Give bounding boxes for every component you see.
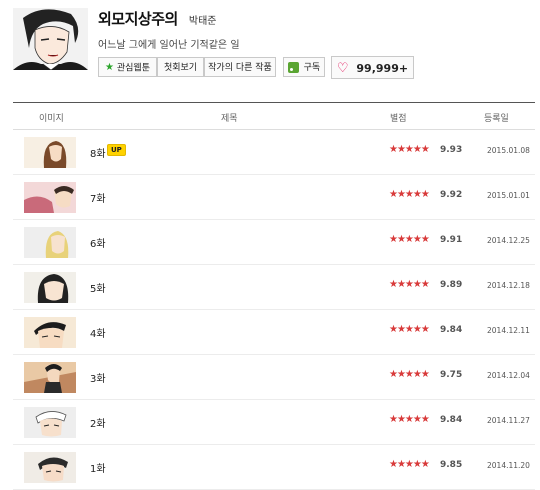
rating-stars: ★★★★★ [389,189,430,200]
release-date: 2015.01.01 [487,191,530,200]
like-button[interactable]: ♡ 99,999+ [331,56,414,79]
first-episode-label: 첫회보기 [163,63,198,73]
episode-row[interactable]: 7화 ★★★★★ 9.92 2015.01.01 [13,175,535,220]
add-interest-label: 관심웹툰 [116,63,150,74]
rating-stars: ★★★★★ [389,324,430,335]
comic-cover-image [13,8,88,70]
column-header-rating: 별점 [390,114,407,124]
episode-row[interactable]: 3화 ★★★★★ 9.75 2014.12.04 [13,355,535,400]
episode-title[interactable]: 4화 [90,325,106,340]
rating-score: 9.91 [440,235,463,245]
episode-thumbnail[interactable] [24,272,76,303]
like-count: 99,999+ [356,62,409,75]
episode-thumbnail[interactable] [24,182,76,213]
first-episode-button[interactable]: 첫회보기 [157,57,204,77]
episode-title[interactable]: 6화 [90,235,106,250]
episode-row[interactable]: 5화 ★★★★★ 9.89 2014.12.18 [13,265,535,310]
add-interest-button[interactable]: ★ 관심웹툰 [98,57,157,77]
episode-title[interactable]: 7화 [90,190,106,205]
episode-row[interactable]: 6화 ★★★★★ 9.91 2014.12.25 [13,220,535,265]
rating-stars: ★★★★★ [389,234,430,245]
rating-stars: ★★★★★ [389,414,430,425]
up-badge: UP [107,144,126,156]
release-date: 2014.11.27 [487,416,530,425]
rss-icon [287,62,299,73]
episode-title[interactable]: 5화 [90,280,106,295]
subscribe-label: 구독 [303,63,321,73]
episode-thumbnail[interactable] [24,452,76,483]
comic-header: 외모지상주의 박태준 어느날 그에게 일어난 기적같은 일 ★ 관심웹툰 첫회보… [0,0,540,96]
episode-thumbnail[interactable] [24,227,76,258]
episode-row[interactable]: 2화 ★★★★★ 9.84 2014.11.27 [13,400,535,445]
episode-title[interactable]: 2화 [90,415,106,430]
rating-stars: ★★★★★ [389,279,430,290]
release-date: 2014.12.25 [487,236,530,245]
episode-title[interactable]: 1화 [90,460,106,475]
episode-thumbnail[interactable] [24,407,76,438]
episode-title[interactable]: 3화 [90,370,106,385]
release-date: 2014.12.11 [487,326,530,335]
rating-score: 9.85 [440,460,463,470]
episode-table: 이미지 제목 별점 등록일 8화 UP ★★★★★ 9.93 2015.01.0… [13,102,535,490]
other-works-button[interactable]: 작가의 다른 작품 [204,57,276,77]
rating-stars: ★★★★★ [389,144,430,155]
episode-row[interactable]: 4화 ★★★★★ 9.84 2014.12.11 [13,310,535,355]
rating-score: 9.84 [440,325,463,335]
rating-score: 9.75 [440,370,463,380]
release-date: 2014.12.04 [487,371,530,380]
rating-score: 9.89 [440,280,463,290]
author-name[interactable]: 박태준 [189,16,217,27]
episode-thumbnail[interactable] [24,317,76,348]
release-date: 2014.11.20 [487,461,530,470]
star-icon: ★ [105,62,114,73]
episode-title[interactable]: 8화 [90,145,106,160]
rating-stars: ★★★★★ [389,369,430,380]
episode-row[interactable]: 1화 ★★★★★ 9.85 2014.11.20 [13,445,535,490]
episode-thumbnail[interactable] [24,137,76,168]
heart-icon: ♡ [336,61,349,76]
table-header: 이미지 제목 별점 등록일 [13,102,535,130]
other-works-label: 작가의 다른 작품 [208,63,272,73]
episode-row[interactable]: 8화 UP ★★★★★ 9.93 2015.01.08 [13,130,535,175]
release-date: 2014.12.18 [487,281,530,290]
comic-title[interactable]: 외모지상주의 [98,10,178,28]
column-header-title: 제목 [221,114,238,124]
rating-score: 9.84 [440,415,463,425]
column-header-image: 이미지 [39,114,64,124]
episode-thumbnail[interactable] [24,362,76,393]
rating-stars: ★★★★★ [389,459,430,470]
column-header-date: 등록일 [484,114,509,124]
rating-score: 9.92 [440,190,463,200]
comic-synopsis: 어느날 그에게 일어난 기적같은 일 [98,40,240,51]
rating-score: 9.93 [440,145,463,155]
title-row: 외모지상주의 박태준 [98,8,217,30]
subscribe-button[interactable]: 구독 [283,57,325,77]
release-date: 2015.01.08 [487,146,530,155]
